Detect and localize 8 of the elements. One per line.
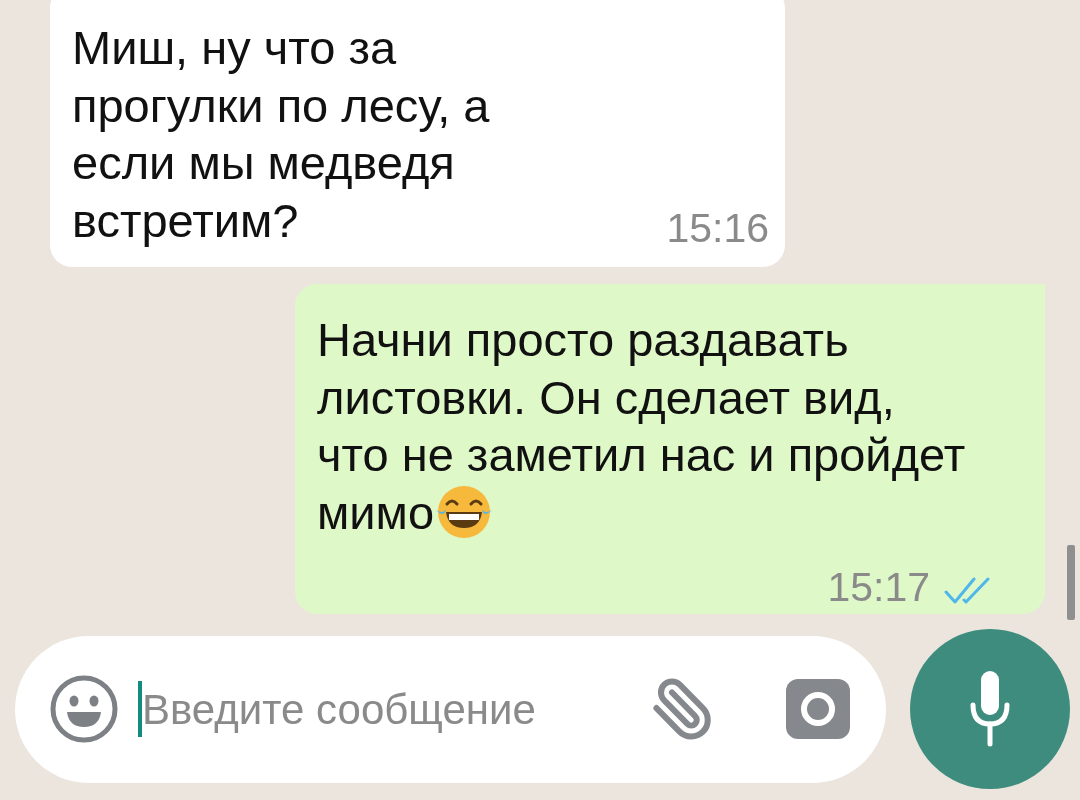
message-text: Миш, ну что за прогулки по лесу, а если мы медведя встретим? — [72, 20, 491, 249]
message-time: 15:17 — [827, 567, 930, 608]
microphone-icon — [970, 671, 1010, 747]
message-time: 15:16 — [666, 208, 769, 249]
smiley-icon[interactable] — [50, 675, 118, 743]
camera-icon[interactable] — [786, 679, 850, 739]
message-input[interactable]: Введите сообщение — [142, 679, 602, 739]
message-text: мимо — [317, 484, 435, 541]
